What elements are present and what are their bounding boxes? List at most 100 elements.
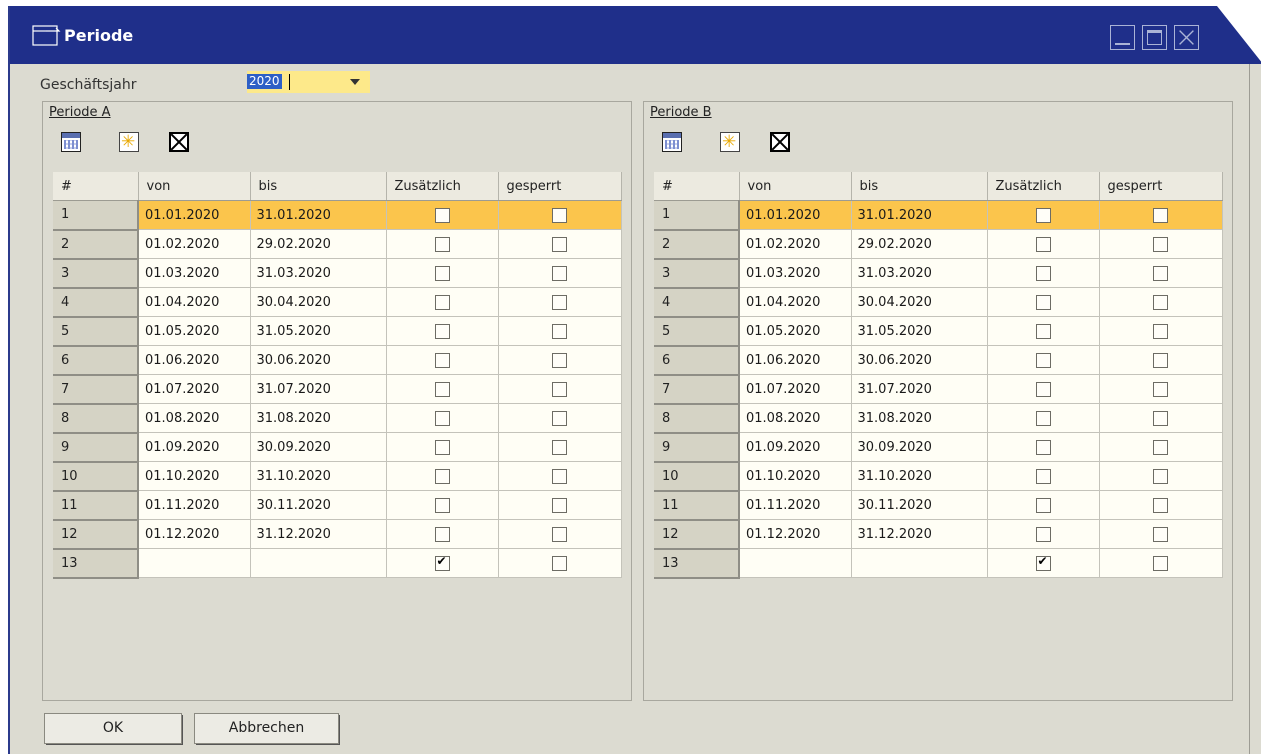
bis-cell[interactable]: 31.07.2020 (851, 374, 988, 404)
von-cell[interactable]: 01.02.2020 (739, 229, 852, 259)
row-number-cell[interactable]: 8 (53, 403, 139, 434)
zusaetzlich-cell[interactable] (987, 316, 1100, 346)
bis-cell[interactable]: 30.04.2020 (851, 287, 988, 317)
zusaetzlich-cell[interactable] (987, 403, 1100, 433)
dropdown-arrow-icon[interactable] (350, 79, 360, 85)
gesperrt-checkbox[interactable] (552, 439, 567, 455)
close-icon[interactable] (1174, 25, 1199, 50)
table-row[interactable]: 3 01.03.2020 31.03.2020 (53, 258, 622, 289)
zusaetzlich-checkbox[interactable] (1035, 381, 1051, 397)
column-header-zusaetzlich[interactable]: Zusätzlich (987, 172, 1100, 201)
table-row[interactable]: 1 01.01.2020 31.01.2020 (53, 200, 622, 231)
table-row[interactable]: 4 01.04.2020 30.04.2020 (654, 287, 1223, 318)
column-header-gesperrt[interactable]: gesperrt (1099, 172, 1223, 201)
gesperrt-cell[interactable] (1099, 200, 1223, 230)
von-cell[interactable]: 01.08.2020 (739, 403, 852, 433)
row-number-cell[interactable]: 13 (654, 548, 740, 579)
bis-cell[interactable]: 31.10.2020 (851, 461, 988, 491)
zusaetzlich-checkbox[interactable] (1035, 207, 1051, 223)
gesperrt-checkbox[interactable] (1153, 294, 1168, 310)
gesperrt-cell[interactable] (498, 316, 622, 346)
table-row[interactable]: 12 01.12.2020 31.12.2020 (53, 519, 622, 550)
von-cell[interactable]: 01.03.2020 (138, 258, 251, 288)
zusaetzlich-checkbox[interactable] (1035, 265, 1051, 281)
gesperrt-checkbox[interactable] (552, 323, 567, 339)
zusaetzlich-cell[interactable] (987, 287, 1100, 317)
gesperrt-cell[interactable] (1099, 229, 1223, 259)
row-number-cell[interactable]: 1 (53, 200, 139, 231)
zusaetzlich-checkbox[interactable] (1035, 294, 1051, 310)
gesperrt-cell[interactable] (498, 403, 622, 433)
title-bar[interactable]: Periode (10, 6, 1261, 64)
zusaetzlich-cell[interactable] (386, 403, 499, 433)
von-cell[interactable]: 01.08.2020 (138, 403, 251, 433)
zusaetzlich-checkbox[interactable] (434, 236, 450, 252)
table-row[interactable]: 2 01.02.2020 29.02.2020 (53, 229, 622, 260)
table-row[interactable]: 5 01.05.2020 31.05.2020 (654, 316, 1223, 347)
von-cell[interactable]: 01.06.2020 (138, 345, 251, 375)
table-row[interactable]: 5 01.05.2020 31.05.2020 (53, 316, 622, 347)
gesperrt-checkbox[interactable] (552, 294, 567, 310)
row-number-cell[interactable]: 4 (53, 287, 139, 318)
zusaetzlich-cell[interactable] (987, 374, 1100, 404)
new-row-icon[interactable] (720, 132, 740, 152)
gesperrt-checkbox[interactable] (552, 236, 567, 252)
gesperrt-cell[interactable] (498, 432, 622, 462)
bis-cell[interactable] (250, 548, 387, 578)
row-number-cell[interactable]: 12 (654, 519, 740, 550)
row-number-cell[interactable]: 6 (53, 345, 139, 376)
von-cell[interactable]: 01.05.2020 (739, 316, 852, 346)
zusaetzlich-cell[interactable] (386, 548, 499, 578)
zusaetzlich-cell[interactable] (386, 432, 499, 462)
zusaetzlich-checkbox[interactable] (1035, 468, 1051, 484)
zusaetzlich-cell[interactable] (987, 229, 1100, 259)
gesperrt-cell[interactable] (1099, 258, 1223, 288)
table-row[interactable]: 8 01.08.2020 31.08.2020 (53, 403, 622, 434)
gesperrt-checkbox[interactable] (552, 265, 567, 281)
row-number-cell[interactable]: 11 (53, 490, 139, 521)
zusaetzlich-checkbox[interactable] (1035, 323, 1051, 339)
gesperrt-checkbox[interactable] (1153, 468, 1168, 484)
bis-cell[interactable]: 31.05.2020 (250, 316, 387, 346)
table-row[interactable]: 1 01.01.2020 31.01.2020 (654, 200, 1223, 231)
new-row-icon[interactable] (119, 132, 139, 152)
von-cell[interactable]: 01.01.2020 (739, 200, 852, 230)
table-row[interactable]: 10 01.10.2020 31.10.2020 (654, 461, 1223, 492)
gesperrt-cell[interactable] (498, 490, 622, 520)
calendar-icon[interactable] (662, 132, 682, 152)
table-row[interactable]: 2 01.02.2020 29.02.2020 (654, 229, 1223, 260)
bis-cell[interactable]: 31.10.2020 (250, 461, 387, 491)
minimize-icon[interactable] (1110, 25, 1135, 50)
gesperrt-cell[interactable] (1099, 374, 1223, 404)
zusaetzlich-cell[interactable] (987, 345, 1100, 375)
ok-button[interactable]: OK (44, 713, 183, 745)
gesperrt-cell[interactable] (498, 374, 622, 404)
zusaetzlich-cell[interactable] (987, 490, 1100, 520)
zusaetzlich-cell[interactable] (386, 287, 499, 317)
row-number-cell[interactable]: 12 (53, 519, 139, 550)
bis-cell[interactable]: 29.02.2020 (250, 229, 387, 259)
row-number-cell[interactable]: 9 (53, 432, 139, 463)
table-row[interactable]: 12 01.12.2020 31.12.2020 (654, 519, 1223, 550)
gesperrt-checkbox[interactable] (552, 352, 567, 368)
bis-cell[interactable]: 29.02.2020 (851, 229, 988, 259)
gesperrt-checkbox[interactable] (552, 468, 567, 484)
row-number-cell[interactable]: 7 (654, 374, 740, 405)
zusaetzlich-checkbox[interactable] (434, 468, 450, 484)
table-row[interactable]: 4 01.04.2020 30.04.2020 (53, 287, 622, 318)
zusaetzlich-cell[interactable] (987, 461, 1100, 491)
gesperrt-checkbox[interactable] (552, 555, 567, 571)
gesperrt-cell[interactable] (1099, 432, 1223, 462)
row-number-cell[interactable]: 9 (654, 432, 740, 463)
table-row[interactable]: 11 01.11.2020 30.11.2020 (654, 490, 1223, 521)
zusaetzlich-checkbox[interactable] (1035, 352, 1051, 368)
column-header-gesperrt[interactable]: gesperrt (498, 172, 622, 201)
zusaetzlich-checkbox[interactable] (434, 526, 450, 542)
von-cell[interactable]: 01.07.2020 (138, 374, 251, 404)
table-row[interactable]: 13 (654, 548, 1223, 579)
bis-cell[interactable]: 30.09.2020 (851, 432, 988, 462)
zusaetzlich-checkbox[interactable] (434, 323, 450, 339)
zusaetzlich-checkbox[interactable] (434, 265, 450, 281)
von-cell[interactable]: 01.04.2020 (739, 287, 852, 317)
fiscal-year-value[interactable]: 2020 (247, 74, 282, 89)
